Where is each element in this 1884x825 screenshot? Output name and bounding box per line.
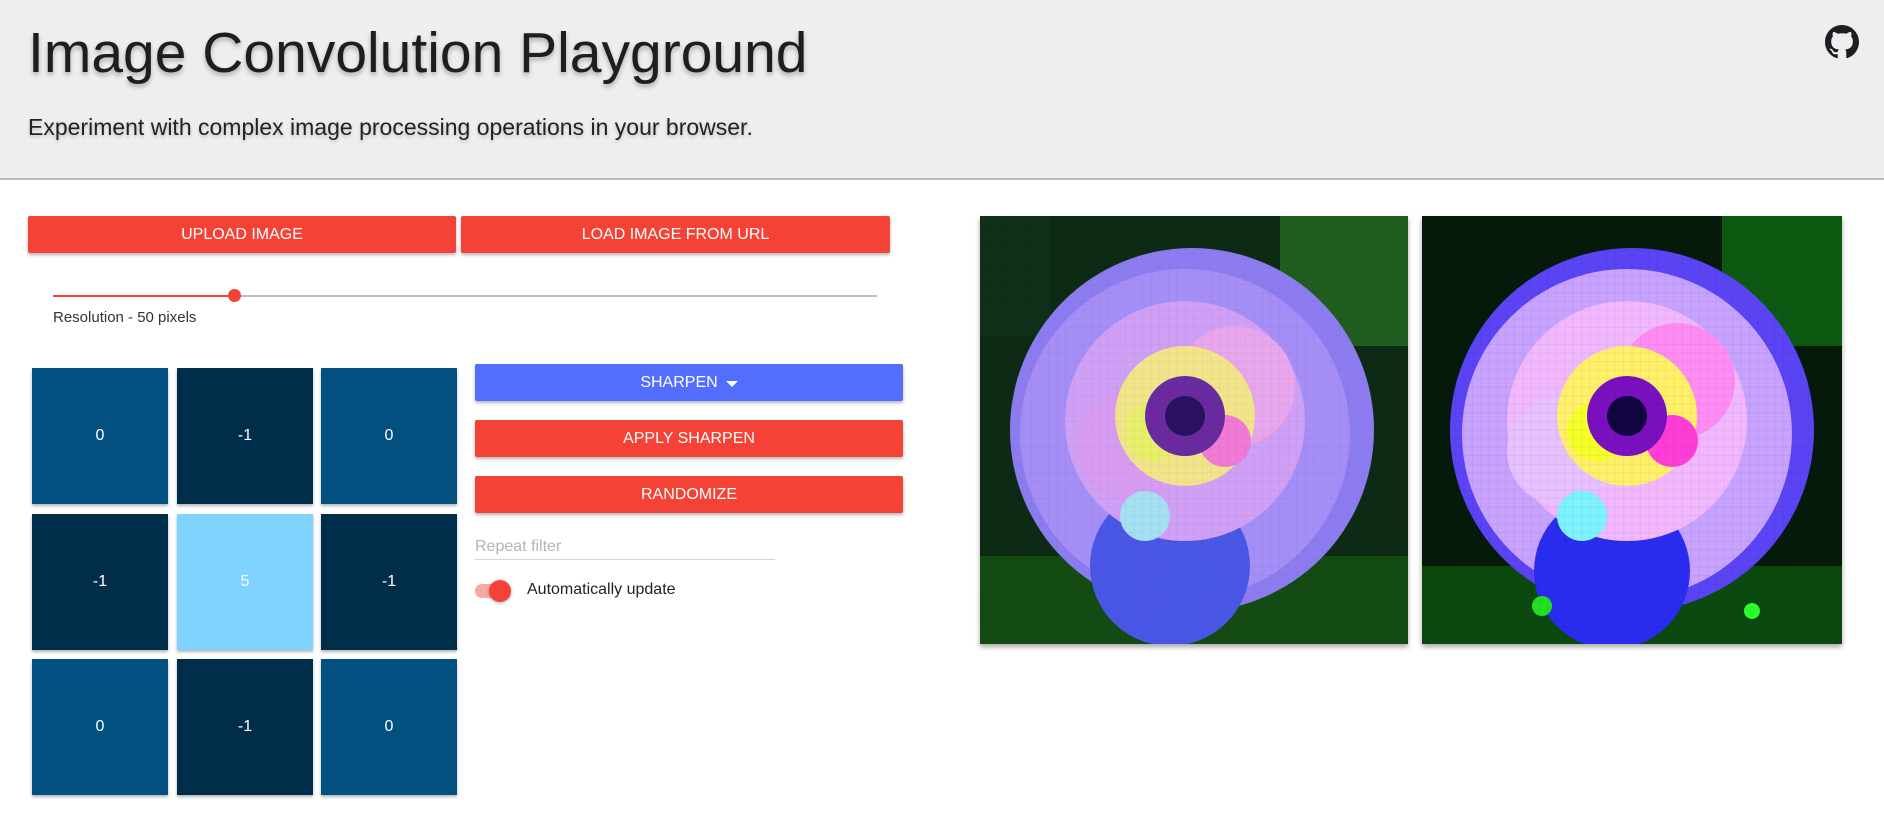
repeat-filter-input[interactable] (475, 534, 775, 560)
auto-update-label: Automatically update (527, 581, 676, 598)
chevron-down-icon (725, 380, 738, 387)
kernel-cell[interactable]: -1 (177, 659, 313, 795)
randomize-button[interactable]: RANDOMIZE (475, 476, 903, 513)
kernel-cell[interactable]: 0 (321, 368, 457, 504)
original-image (980, 216, 1408, 644)
kernel-cell[interactable]: 0 (32, 659, 168, 795)
kernel-cell[interactable]: 0 (32, 368, 168, 504)
apply-filter-button[interactable]: APPLY SHARPEN (475, 420, 903, 457)
toggle-thumb[interactable] (489, 580, 511, 602)
resolution-label: Resolution - 50 pixels (53, 309, 197, 326)
app-header: Image Convolution Playground Experiment … (0, 0, 1884, 180)
resolution-slider[interactable] (53, 289, 877, 302)
filter-dropdown[interactable]: SHARPEN (475, 364, 903, 401)
kernel-cell[interactable]: 0 (321, 659, 457, 795)
filter-dropdown-label: SHARPEN (640, 373, 718, 391)
slider-thumb[interactable] (228, 289, 242, 302)
kernel-cell[interactable]: -1 (321, 514, 457, 650)
upload-image-button[interactable]: UPLOAD IMAGE (28, 216, 456, 253)
processed-image (1422, 216, 1842, 644)
page-subtitle: Experiment with complex image processing… (28, 114, 753, 140)
load-url-button[interactable]: LOAD IMAGE FROM URL (461, 216, 890, 253)
page-title: Image Convolution Playground (28, 21, 808, 85)
kernel-cell[interactable]: 5 (177, 514, 313, 650)
kernel-cell[interactable]: -1 (32, 514, 168, 650)
kernel-cell[interactable]: -1 (177, 368, 313, 504)
slider-fill (53, 295, 235, 297)
github-icon[interactable] (1825, 25, 1859, 59)
